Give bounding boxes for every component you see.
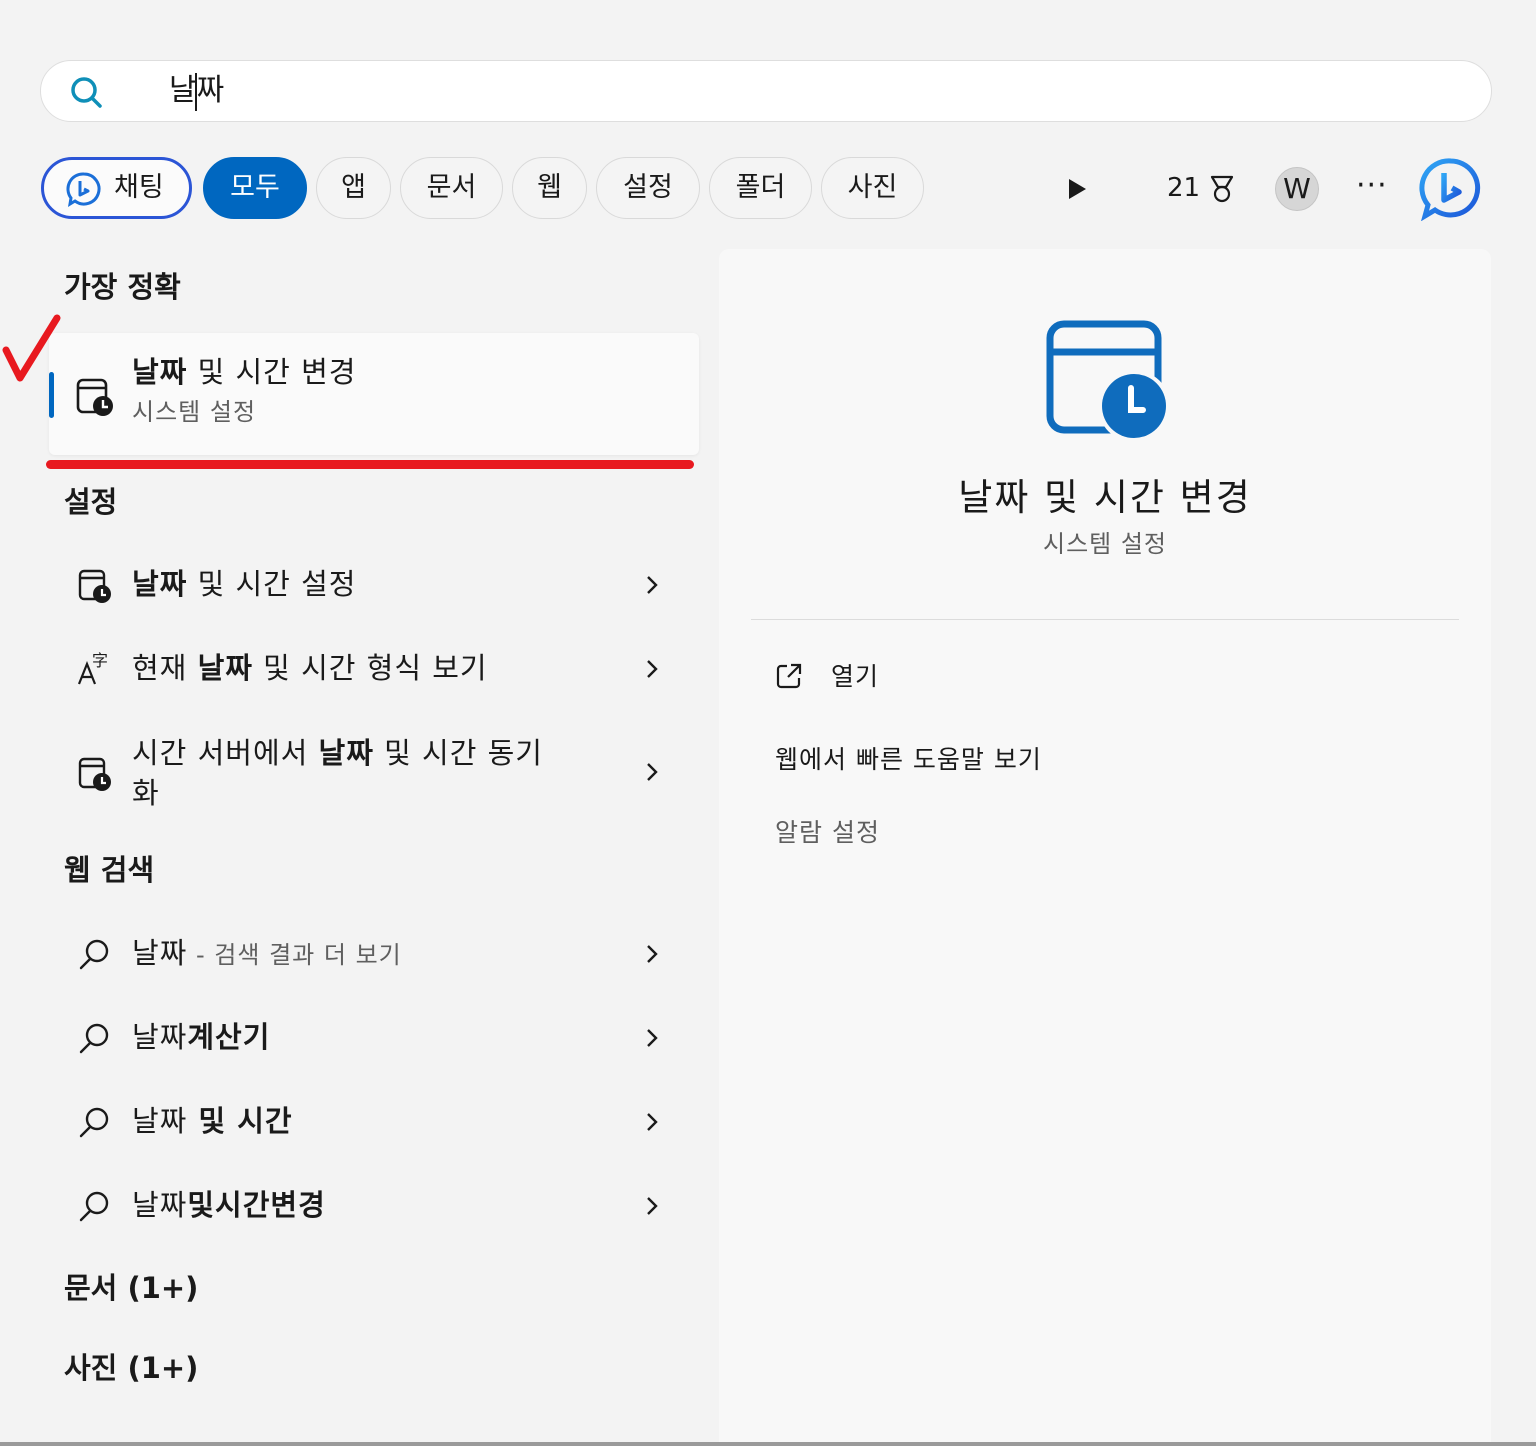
- rewards-points[interactable]: 21: [1167, 168, 1234, 208]
- search-icon: [79, 1107, 109, 1138]
- search-icon: [79, 939, 109, 970]
- rewards-medal-icon: [1210, 175, 1234, 203]
- settings-item-label: 날짜 및 시간 설정: [132, 564, 356, 604]
- web-search-query: 날짜: [132, 1020, 188, 1054]
- settings-item-suffix: 및 시간 동기: [373, 736, 543, 770]
- chevron-right-icon: [647, 576, 658, 594]
- bing-chat-icon: [66, 172, 101, 207]
- bing-chat-button-icon[interactable]: [1419, 157, 1483, 221]
- detail-divider: [751, 619, 1459, 620]
- web-search-keyword: 계산기: [187, 1020, 271, 1054]
- web-search-query: 날짜: [132, 1104, 188, 1138]
- web-search-label: 날짜및시간변경: [132, 1185, 326, 1225]
- web-search-heading: 웹 검색: [64, 853, 155, 887]
- tab-settings[interactable]: 설정: [596, 157, 700, 219]
- settings-item-label-line2: 화: [132, 776, 160, 810]
- red-underline-annotation: [46, 460, 694, 469]
- web-search-keyword: 및 시간: [187, 1104, 293, 1138]
- settings-item-label: 시간 서버에서 날짜 및 시간 동기: [132, 733, 543, 773]
- best-match-title: 날짜 및 시간 변경: [132, 352, 356, 392]
- more-options-button[interactable]: ···: [1356, 168, 1388, 204]
- web-search-hint: - 검색 결과 더 보기: [187, 941, 402, 969]
- photos-heading[interactable]: 사진 (1+): [64, 1348, 198, 1388]
- search-box[interactable]: 날짜: [40, 60, 1492, 122]
- date-time-settings-icon: [76, 378, 113, 416]
- rewards-points-value: 21: [1167, 173, 1201, 203]
- chevron-right-icon: [647, 1029, 658, 1047]
- settings-item-keyword: 날짜: [318, 736, 374, 770]
- search-icon: [71, 77, 102, 108]
- chevron-right-icon: [647, 1197, 658, 1215]
- web-search-query: 날짜: [132, 936, 188, 970]
- tab-apps[interactable]: 앱: [316, 157, 391, 219]
- search-icon: [79, 1191, 109, 1222]
- best-match-title-rest: 및 시간 변경: [187, 355, 357, 389]
- search-icon: [79, 1023, 109, 1054]
- tab-folders[interactable]: 폴더: [709, 157, 812, 219]
- detail-subtitle: 시스템 설정: [1042, 530, 1168, 558]
- date-time-app-icon: [1046, 320, 1170, 442]
- detail-title: 날짜 및 시간 변경: [958, 476, 1252, 519]
- web-search-keyword: 및시간변경: [187, 1188, 326, 1222]
- play-more-tabs-icon[interactable]: [1066, 177, 1088, 201]
- chevron-right-icon: [647, 763, 658, 781]
- best-match-title-bold: 날짜: [132, 355, 188, 389]
- tab-documents[interactable]: 문서: [400, 157, 503, 219]
- settings-item-keyword: 날짜: [197, 651, 253, 685]
- open-external-icon: [776, 663, 802, 689]
- settings-item-prefix: 시간 서버에서: [132, 736, 319, 770]
- web-search-label: 날짜 - 검색 결과 더 보기: [132, 933, 402, 975]
- chat-label: 채팅: [114, 172, 164, 203]
- settings-item-prefix: 현재: [132, 651, 198, 685]
- web-search-label: 날짜계산기: [132, 1017, 270, 1057]
- window-bottom-edge: [0, 1442, 1536, 1446]
- settings-item-label: 현재 날짜 및 시간 형식 보기: [132, 648, 488, 688]
- chevron-right-icon: [647, 660, 658, 678]
- chat-button[interactable]: 채팅: [41, 157, 192, 219]
- web-help-action[interactable]: 웹에서 빠른 도움말 보기: [775, 743, 1042, 777]
- date-time-icon: [78, 569, 111, 603]
- red-check-annotation: [2, 314, 61, 382]
- alarm-settings-action[interactable]: 알람 설정: [775, 816, 880, 850]
- best-match-heading: 가장 정확: [64, 270, 181, 304]
- settings-item-keyword: 날짜: [132, 567, 188, 601]
- web-search-query: 날짜: [132, 1188, 188, 1222]
- date-time-icon: [78, 757, 111, 791]
- open-action-label: 열기: [831, 662, 880, 691]
- chevron-right-icon: [647, 1113, 658, 1131]
- tab-all[interactable]: 모두: [203, 157, 307, 219]
- chevron-right-icon: [647, 945, 658, 963]
- language-format-icon: 字: [77, 651, 108, 685]
- tab-photos[interactable]: 사진: [821, 157, 924, 219]
- settings-item-suffix: 및 시간 설정: [187, 567, 357, 601]
- tab-web[interactable]: 웹: [512, 157, 587, 219]
- web-search-label: 날짜 및 시간: [132, 1101, 293, 1141]
- settings-item-suffix: 및 시간 형식 보기: [252, 651, 488, 685]
- documents-heading[interactable]: 문서 (1+): [64, 1268, 198, 1308]
- settings-heading: 설정: [64, 485, 118, 519]
- svg-text:字: 字: [92, 651, 108, 670]
- text-caret: [195, 73, 197, 111]
- best-match-subtitle: 시스템 설정: [132, 398, 257, 426]
- account-avatar[interactable]: W: [1275, 167, 1319, 211]
